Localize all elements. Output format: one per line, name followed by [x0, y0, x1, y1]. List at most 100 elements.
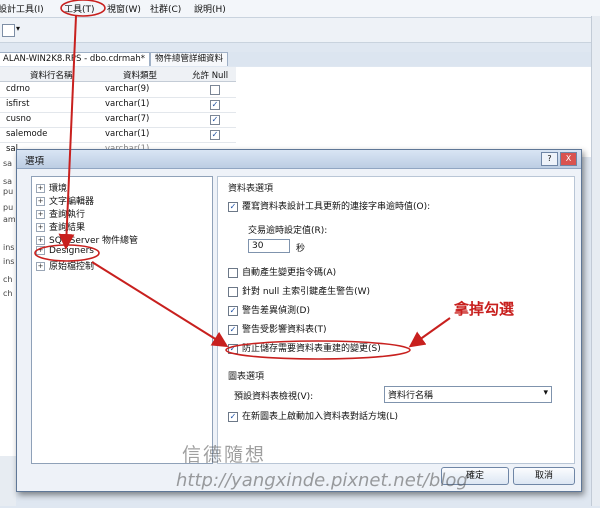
cancel-button[interactable]: 取消	[513, 467, 575, 485]
column-grid: 資料行名稱 資料類型 允許 Null cdrno varchar(9) isfi…	[0, 67, 236, 158]
option-label: 在新圖表上啟動加入資料表對話方塊(L)	[242, 412, 399, 422]
allow-null-checkbox[interactable]: ✓	[210, 130, 220, 140]
expand-icon[interactable]: +	[36, 262, 45, 271]
table-row[interactable]: isfirst varchar(1) ✓	[0, 97, 236, 113]
chevron-down-icon: ▾	[543, 388, 548, 398]
tree-item-label: 環境	[49, 184, 68, 194]
expand-icon[interactable]: +	[36, 223, 45, 232]
option-affected-tables-warning[interactable]: ✓ 警告受影響資料表(T)	[228, 322, 327, 335]
checkbox[interactable]: ✓	[228, 305, 238, 316]
designer-options-panel: 資料表選項 ✓ 覆寫資料表設計工具更新的連接字串逾時值(O): 交易逾時設定值(R…	[217, 176, 575, 464]
table-row[interactable]: salemode varchar(1) ✓	[0, 127, 236, 143]
tree-item-environment[interactable]: + 環境	[36, 181, 67, 194]
option-launch-add-table[interactable]: ✓ 在新圖表上啟動加入資料表對話方塊(L)	[228, 409, 398, 422]
option-auto-generate-script[interactable]: 自動產生變更指令碼(A)	[228, 265, 336, 278]
option-label: 警告差異偵測(D)	[242, 306, 310, 316]
menu-bar: 設計工具(I) 工具(T) 視窗(W) 社群(C) 說明(H)	[0, 0, 600, 18]
list-item: ins	[3, 243, 15, 252]
option-label: 針對 null 主索引鍵產生警告(W)	[242, 287, 371, 297]
allow-null-checkbox[interactable]: ✓	[210, 100, 220, 110]
option-prevent-saving-changes[interactable]: ✓ 防止儲存需要資料表重建的變更(S)	[228, 341, 381, 354]
tab-table-designer[interactable]: ALAN-WIN2K8.RPS - dbo.cdrmah*	[0, 52, 150, 66]
close-button[interactable]: X	[560, 152, 577, 166]
default-view-label: 預設資料表檢視(V):	[234, 392, 314, 402]
watermark-name: 信德隨想	[182, 444, 267, 466]
toolbar-table-icon[interactable]	[2, 24, 15, 37]
toolbar-dropdown-icon[interactable]: ▾	[16, 24, 20, 33]
option-label: 警告受影響資料表(T)	[242, 325, 327, 335]
option-label: 自動產生變更指令碼(A)	[242, 268, 337, 278]
expand-icon[interactable]: +	[36, 246, 45, 255]
row-type[interactable]: varchar(1)	[105, 129, 149, 139]
option-null-key-warning[interactable]: 針對 null 主索引鍵產生警告(W)	[228, 284, 370, 297]
header-allow-null: 允許 Null	[192, 71, 229, 81]
tree-item-label: 文字編輯器	[49, 197, 95, 207]
table-row[interactable]: cdrno varchar(9)	[0, 82, 236, 98]
option-difference-warning[interactable]: ✓ 警告差異偵測(D)	[228, 303, 310, 316]
toolbar: ▾	[0, 18, 600, 43]
list-item: am	[3, 215, 16, 224]
row-name[interactable]: cdrno	[6, 84, 30, 94]
tree-item-label: 查詢執行	[49, 210, 86, 220]
timeout-input[interactable]: 30	[248, 239, 290, 253]
menu-tools[interactable]: 工具(T)	[64, 2, 95, 15]
tree-item-designers[interactable]: + Designers	[36, 246, 94, 256]
table-row[interactable]: cusno varchar(7) ✓	[0, 112, 236, 128]
tree-item-label: 查詢結果	[49, 223, 86, 233]
tab-object-explorer-details[interactable]: 物件總管詳細資料	[150, 52, 229, 66]
checkbox[interactable]: ✓	[228, 343, 238, 354]
option-override-timeout[interactable]: ✓ 覆寫資料表設計工具更新的連接字串逾時值(O):	[228, 199, 430, 212]
help-button[interactable]: ?	[541, 152, 558, 166]
dialog-titlebar[interactable]: 選項 ? X	[17, 150, 581, 169]
list-item: pu	[3, 187, 14, 196]
menu-design-tools[interactable]: 設計工具(I)	[0, 2, 44, 15]
tree-item-source-control[interactable]: + 原始檔控制	[36, 259, 94, 272]
header-column-name: 資料行名稱	[30, 71, 73, 81]
tree-item-label: SQL Server 物件總管	[49, 236, 139, 246]
default-view-select[interactable]: 資料行名稱 ▾	[384, 386, 552, 403]
checkbox[interactable]	[228, 286, 238, 297]
checkbox[interactable]: ✓	[228, 201, 238, 212]
row-type[interactable]: varchar(1)	[105, 99, 149, 109]
designer-right-pane	[236, 67, 600, 157]
section-table-options: 資料表選項	[228, 184, 274, 194]
tree-item-text-editor[interactable]: + 文字編輯器	[36, 194, 94, 207]
row-type[interactable]: varchar(9)	[105, 84, 149, 94]
vertical-scrollbar[interactable]	[591, 16, 600, 506]
expand-icon[interactable]: +	[36, 236, 45, 245]
list-item: sa	[3, 177, 13, 186]
allow-null-checkbox[interactable]: ✓	[210, 115, 220, 125]
header-data-type: 資料類型	[123, 71, 158, 81]
checkbox[interactable]: ✓	[228, 411, 238, 422]
row-type[interactable]: varchar(7)	[105, 114, 149, 124]
grid-header: 資料行名稱 資料類型 允許 Null	[0, 67, 236, 82]
expand-icon[interactable]: +	[36, 197, 45, 206]
expand-icon[interactable]: +	[36, 184, 45, 193]
list-item: sa	[3, 159, 13, 168]
allow-null-checkbox[interactable]	[210, 85, 220, 95]
menu-window[interactable]: 視窗(W)	[107, 2, 141, 15]
row-name[interactable]: cusno	[6, 114, 31, 124]
timeout-unit: 秒	[296, 244, 306, 254]
tree-item-query-results[interactable]: + 查詢結果	[36, 220, 85, 233]
row-name[interactable]: salemode	[6, 129, 47, 139]
list-item: ch	[3, 275, 13, 284]
menu-help[interactable]: 說明(H)	[194, 2, 226, 15]
section-diagram-options: 圖表選項	[228, 372, 265, 382]
dialog-title: 選項	[25, 156, 45, 167]
checkbox[interactable]	[228, 267, 238, 278]
timeout-label: 交易逾時設定值(R):	[248, 226, 328, 236]
row-name[interactable]: isfirst	[6, 99, 29, 109]
tree-item-object-explorer[interactable]: + SQL Server 物件總管	[36, 233, 138, 246]
option-label: 防止儲存需要資料表重建的變更(S)	[242, 344, 381, 354]
annotation-note: 拿掉勾選	[454, 300, 515, 318]
list-item: ch	[3, 289, 13, 298]
list-item: pu	[3, 203, 14, 212]
document-tabs: ALAN-WIN2K8.RPS - dbo.cdrmah* 物件總管詳細資料	[0, 52, 600, 66]
default-view-value: 資料行名稱	[388, 391, 434, 401]
menu-community[interactable]: 社群(C)	[150, 2, 181, 15]
expand-icon[interactable]: +	[36, 210, 45, 219]
checkbox[interactable]: ✓	[228, 324, 238, 335]
tree-item-query-execution[interactable]: + 查詢執行	[36, 207, 85, 220]
options-dialog: 選項 ? X + 環境 + 文字編輯器 + 查詢執行 + 查詢結果 + SQL Serve…	[16, 149, 582, 492]
